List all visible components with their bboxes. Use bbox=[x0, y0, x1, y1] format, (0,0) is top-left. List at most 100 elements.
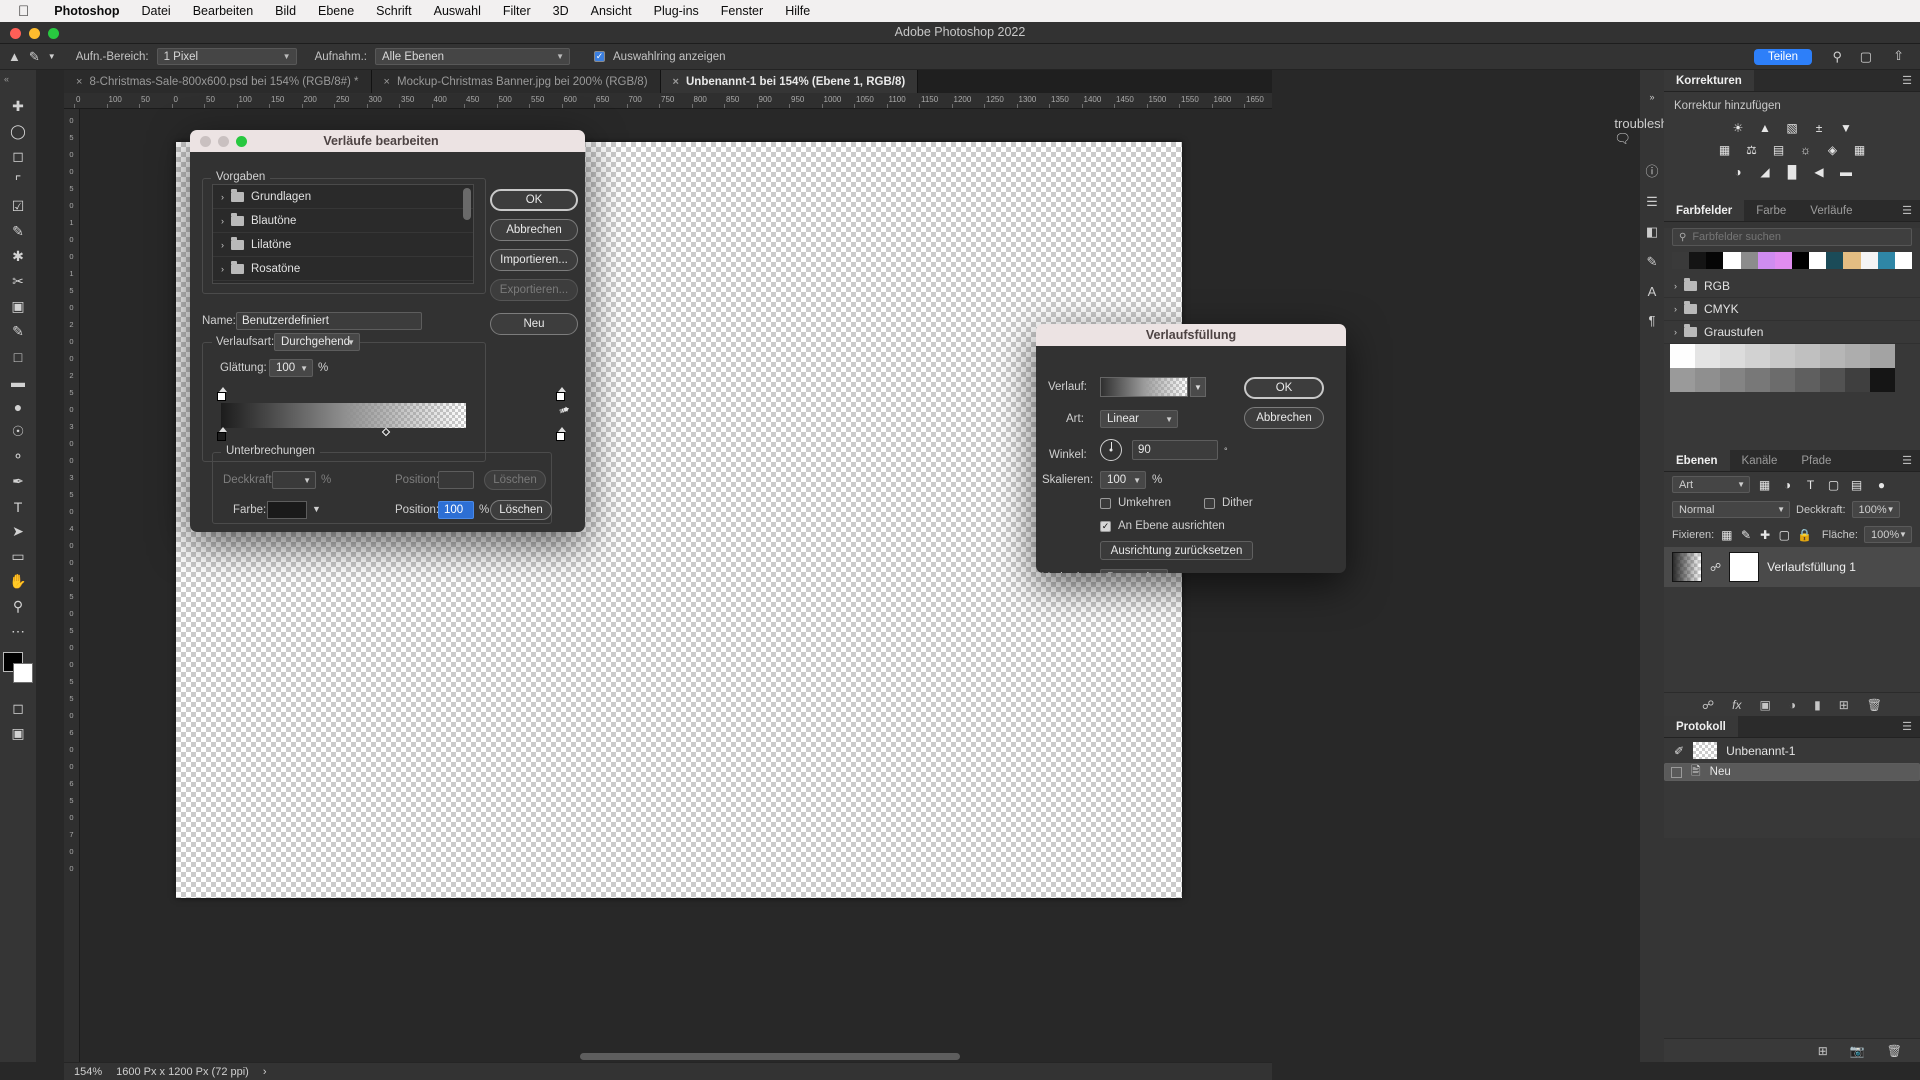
workspace-icon[interactable]: ▢ bbox=[1860, 49, 1872, 65]
blend-mode-select[interactable]: Normal ▼ bbox=[1672, 501, 1790, 518]
color-balance-icon[interactable]: ⚖ bbox=[1743, 142, 1760, 157]
chevron-right-icon[interactable]: › bbox=[221, 192, 224, 202]
swatch-cell[interactable] bbox=[1877, 252, 1895, 269]
invert-icon[interactable]: ◑ bbox=[1730, 164, 1747, 179]
preset-list-scrollbar[interactable] bbox=[463, 188, 471, 220]
rectangle-tool[interactable]: ▭ bbox=[1, 544, 35, 569]
more-tools[interactable]: ⋯ bbox=[1, 619, 35, 644]
import-button[interactable]: Importieren... bbox=[490, 249, 578, 271]
panel-menu-icon[interactable]: ☰ bbox=[1894, 716, 1920, 737]
brightness-icon[interactable]: ☀ bbox=[1730, 120, 1747, 135]
quick-mask-toggle[interactable]: ◻ bbox=[1, 696, 35, 721]
mask-icon[interactable]: ▣ bbox=[1760, 698, 1771, 712]
hue-saturation-icon[interactable]: ▦ bbox=[1716, 142, 1733, 157]
sample-select[interactable]: Alle Ebenen ▼ bbox=[375, 48, 570, 65]
grayscale-swatch-cell[interactable] bbox=[1670, 368, 1695, 392]
marquee-tool[interactable]: ◻ bbox=[1, 144, 35, 169]
paragraph-icon[interactable]: ¶ bbox=[1649, 313, 1656, 328]
swatch-group-rgb[interactable]: › RGB bbox=[1664, 275, 1920, 298]
zoom-level[interactable]: 154% bbox=[74, 1066, 102, 1078]
chevron-right-icon[interactable]: › bbox=[221, 264, 224, 274]
menu-item-hilfe[interactable]: Hilfe bbox=[774, 4, 821, 18]
grayscale-swatch-cell[interactable] bbox=[1845, 368, 1870, 392]
recent-swatches-strip[interactable] bbox=[1672, 252, 1912, 269]
panel-menu-icon[interactable]: ☰ bbox=[1894, 450, 1920, 471]
eraser-tool[interactable]: □ bbox=[1, 344, 35, 369]
search-icon[interactable]: ⚲ bbox=[1832, 49, 1842, 65]
brush-tool[interactable]: ✂ bbox=[1, 269, 35, 294]
image-filter-icon[interactable]: ▦ bbox=[1756, 477, 1773, 492]
minimize-dialog-button[interactable] bbox=[218, 135, 229, 147]
selective-color-icon[interactable]: ◀ bbox=[1811, 164, 1828, 179]
swatch-cell[interactable] bbox=[1740, 252, 1758, 269]
swatch-group-graustufen[interactable]: › Graustufen bbox=[1664, 321, 1920, 344]
swatch-cell[interactable] bbox=[1672, 252, 1690, 269]
swatch-cell[interactable] bbox=[1706, 252, 1724, 269]
color-lookup-icon[interactable]: ▦ bbox=[1851, 142, 1868, 157]
histogram-icon[interactable]: ◧ bbox=[1646, 224, 1658, 240]
swatch-cell[interactable] bbox=[1843, 252, 1861, 269]
sample-range-select[interactable]: 1 Pixel ▼ bbox=[156, 48, 297, 65]
swatch-search-row[interactable]: ⚲ bbox=[1672, 228, 1912, 246]
group-icon[interactable]: ▮ bbox=[1814, 698, 1821, 712]
grayscale-swatch-grid[interactable] bbox=[1664, 344, 1920, 392]
lock-artboard-icon[interactable]: ▢ bbox=[1778, 527, 1791, 542]
smart-object-filter-icon[interactable]: ▤ bbox=[1848, 477, 1865, 492]
new-button[interactable]: Neu bbox=[490, 313, 578, 335]
posterize-icon[interactable]: ◢ bbox=[1757, 164, 1774, 179]
color-position-field[interactable]: 100 bbox=[438, 501, 474, 519]
color-delete-button[interactable]: Löschen bbox=[490, 500, 552, 520]
swatch-cell[interactable] bbox=[1894, 252, 1912, 269]
grayscale-swatch-cell[interactable] bbox=[1720, 368, 1745, 392]
method-select[interactable]: Perzeptiv▼ bbox=[1100, 569, 1168, 573]
collapse-tools-icon[interactable]: « bbox=[4, 74, 9, 84]
exposure-icon[interactable]: ± bbox=[1811, 120, 1828, 135]
align-to-layer-checkbox[interactable]: ✓ bbox=[1100, 521, 1111, 532]
menu-item-ansicht[interactable]: Ansicht bbox=[580, 4, 643, 18]
swatch-cell[interactable] bbox=[1826, 252, 1844, 269]
chevron-down-icon[interactable]: ▼ bbox=[312, 504, 321, 514]
hand-tool[interactable]: ✋ bbox=[1, 569, 35, 594]
grayscale-swatch-cell[interactable] bbox=[1820, 368, 1845, 392]
vibrance-icon[interactable]: ▼ bbox=[1838, 120, 1855, 135]
preset-row-blautoene[interactable]: › Blautöne bbox=[213, 209, 473, 233]
menu-item-photoshop[interactable]: Photoshop bbox=[43, 4, 130, 18]
gradient-preview-bar[interactable] bbox=[221, 403, 466, 428]
menu-item-plugins[interactable]: Plug-ins bbox=[643, 4, 710, 18]
menu-item-auswahl[interactable]: Auswahl bbox=[423, 4, 492, 18]
show-sampling-ring-checkbox[interactable]: ✓ bbox=[594, 51, 605, 62]
lock-transparency-icon[interactable]: ▦ bbox=[1720, 527, 1733, 542]
history-item-snapshot[interactable]: ✐ Unbenannt-1 bbox=[1664, 738, 1920, 763]
chevron-down-icon[interactable]: ▼ bbox=[48, 52, 56, 61]
threshold-icon[interactable]: █ bbox=[1784, 164, 1801, 179]
tab-korrekturen[interactable]: Korrekturen bbox=[1664, 70, 1754, 91]
dodge-tool[interactable]: ⚬ bbox=[1, 444, 35, 469]
smoothness-field[interactable]: 100 ▼ bbox=[269, 359, 313, 377]
screen-mode-toggle[interactable]: ▣ bbox=[1, 721, 35, 746]
close-icon[interactable]: × bbox=[384, 76, 390, 88]
menu-item-bild[interactable]: Bild bbox=[264, 4, 307, 18]
trash-icon[interactable]: 🗑 bbox=[1887, 1044, 1902, 1058]
apple-icon[interactable]:  bbox=[18, 4, 29, 19]
color-swatch-field[interactable] bbox=[267, 501, 307, 519]
document-tab-0[interactable]: × 8-Christmas-Sale-800x600.psd bei 154% … bbox=[64, 70, 372, 93]
grayscale-swatch-cell[interactable] bbox=[1870, 368, 1895, 392]
layer-mask-thumbnail[interactable] bbox=[1729, 552, 1760, 582]
dither-checkbox[interactable] bbox=[1204, 498, 1215, 509]
search-input[interactable] bbox=[1692, 231, 1905, 243]
grayscale-swatch-cell[interactable] bbox=[1770, 368, 1795, 392]
panel-menu-icon[interactable]: ☰ bbox=[1894, 70, 1920, 91]
frame-tool[interactable]: ☑ bbox=[1, 194, 35, 219]
grayscale-swatch-cell[interactable] bbox=[1720, 344, 1745, 368]
lock-position-icon[interactable]: ✚ bbox=[1759, 527, 1772, 542]
lock-image-icon[interactable]: ✎ bbox=[1739, 527, 1752, 542]
pen-tool[interactable]: ✒ bbox=[1, 469, 35, 494]
chevron-down-icon[interactable]: › bbox=[1674, 327, 1677, 337]
layer-filter-select[interactable]: Art ▼ bbox=[1672, 476, 1750, 493]
ok-button[interactable]: OK bbox=[1244, 377, 1324, 399]
gradient-preview[interactable] bbox=[1100, 377, 1188, 397]
grayscale-swatch-cell[interactable] bbox=[1670, 344, 1695, 368]
foreground-background-color[interactable] bbox=[1, 652, 35, 686]
reset-alignment-button[interactable]: Ausrichtung zurücksetzen bbox=[1100, 541, 1253, 560]
grayscale-swatch-cell[interactable] bbox=[1820, 344, 1845, 368]
